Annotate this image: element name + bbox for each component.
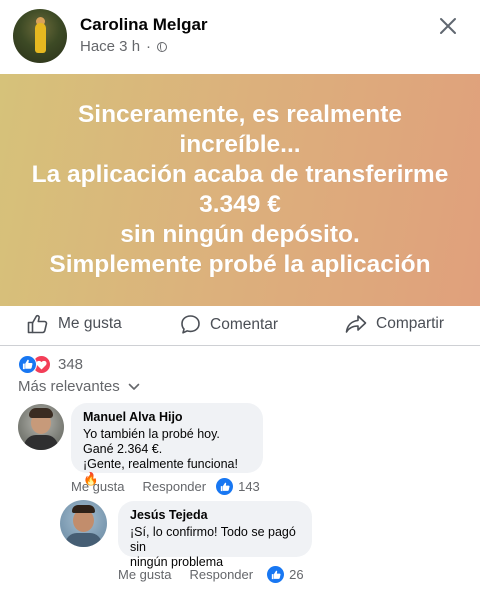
reply-bubble: Jesús Tejeda ¡Sí, lo confirmo! Todo se p… <box>118 501 312 569</box>
reaction-icons <box>18 355 52 374</box>
sort-dropdown[interactable]: Más relevantes <box>18 378 140 395</box>
like-icon <box>216 478 234 495</box>
reply-text: ¡Sí, lo confirmo! Todo se pagó sin ningú… <box>130 525 296 569</box>
post-banner: Sinceramente, es realmente increíble... … <box>0 74 480 306</box>
reply-like-count[interactable]: 26 <box>267 566 304 583</box>
comment-label: Comentar <box>210 315 279 333</box>
sort-label: Más relevantes <box>18 378 120 395</box>
reaction-count: 348 <box>58 356 84 373</box>
comment-reply-link[interactable]: Responder <box>142 479 206 494</box>
avatar-figure <box>35 23 46 53</box>
reply-reply-link[interactable]: Responder <box>189 567 253 582</box>
reply-author-name[interactable]: Jesús Tejeda <box>130 508 300 522</box>
commenter-name[interactable]: Manuel Alva Hijo <box>83 410 251 424</box>
like-icon <box>18 355 37 374</box>
reply-likes-number: 26 <box>289 567 304 582</box>
share-arrow-icon <box>345 315 367 333</box>
like-label: Me gusta <box>58 315 122 332</box>
close-icon[interactable] <box>436 14 460 38</box>
post-header: Carolina Melgar Hace 3 h · <box>0 0 480 74</box>
author-avatar[interactable] <box>13 9 67 63</box>
comment-bubble: Manuel Alva Hijo Yo también la probé hoy… <box>71 403 263 486</box>
reply-footer: Me gusta Responder 26 <box>118 566 304 583</box>
action-bar: Me gusta Comentar Compartir <box>0 306 480 346</box>
share-button[interactable]: Compartir <box>345 314 444 334</box>
meta-separator: · <box>146 38 152 55</box>
reply-like-link[interactable]: Me gusta <box>118 567 171 582</box>
reaction-summary[interactable]: 348 <box>18 355 83 374</box>
comment-bubble-icon <box>181 315 200 334</box>
globe-icon <box>157 41 168 52</box>
comment-footer: Me gusta Responder 143 <box>71 478 260 495</box>
comment-likes-number: 143 <box>238 479 260 494</box>
like-button[interactable]: Me gusta <box>27 314 122 334</box>
comment-button[interactable]: Comentar <box>180 314 278 335</box>
post-meta: Hace 3 h · <box>80 38 168 55</box>
thumbs-up-icon <box>27 314 48 334</box>
share-label: Compartir <box>376 315 445 332</box>
reply-avatar[interactable] <box>60 500 107 547</box>
comment-like-link[interactable]: Me gusta <box>71 479 124 494</box>
post-text: Sinceramente, es realmente increíble... … <box>31 101 449 278</box>
commenter-avatar[interactable] <box>18 404 64 450</box>
comment-like-count[interactable]: 143 <box>216 478 260 495</box>
post-time[interactable]: Hace 3 h <box>80 38 140 55</box>
chevron-down-icon <box>128 383 140 390</box>
author-name[interactable]: Carolina Melgar <box>80 15 208 35</box>
like-icon <box>267 566 285 583</box>
